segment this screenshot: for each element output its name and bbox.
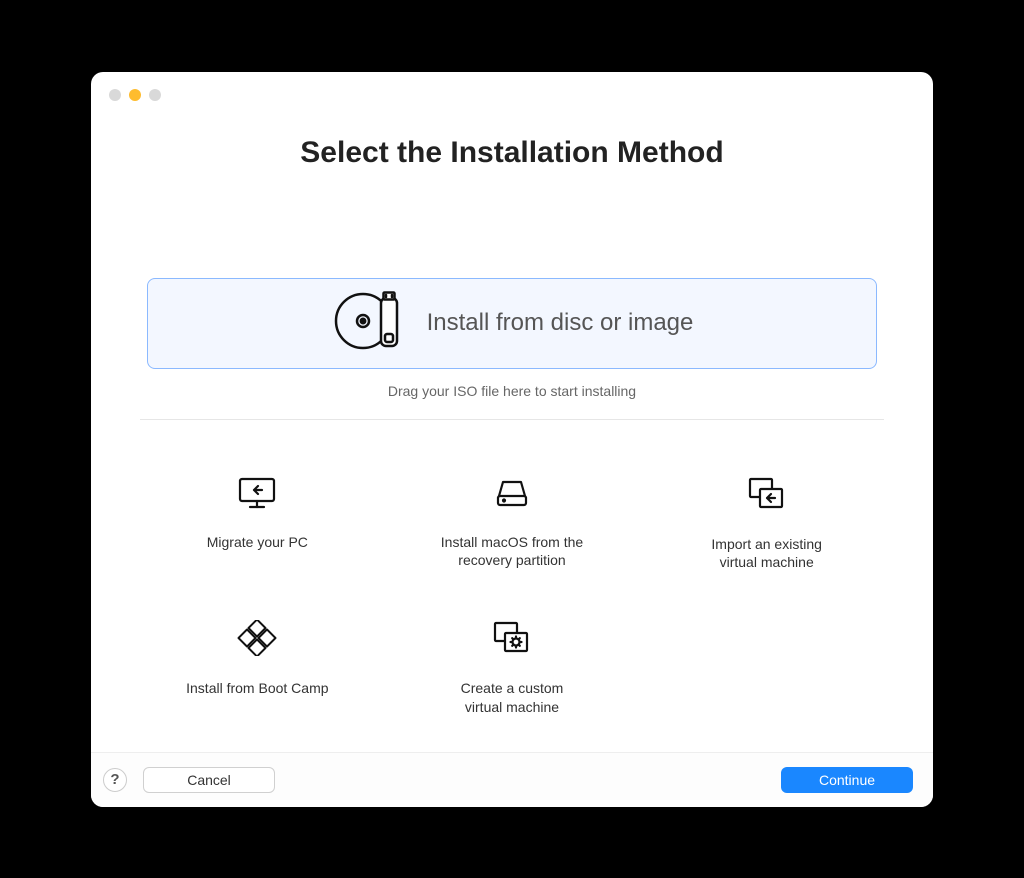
custom-vm-gear-icon <box>490 620 534 679</box>
import-vm-icon <box>745 476 789 535</box>
install-from-disc-dropzone[interactable]: Install from disc or image <box>147 278 877 369</box>
option-label: Import an existing virtual machine <box>711 535 822 573</box>
footer-bar: ? Cancel Continue <box>91 752 933 807</box>
help-button[interactable]: ? <box>103 768 127 792</box>
window-controls <box>109 89 161 101</box>
option-label: Install macOS from the recovery partitio… <box>441 533 583 571</box>
minimize-window-button[interactable] <box>129 89 141 101</box>
option-import-existing-vm[interactable]: Import an existing virtual machine <box>649 476 884 573</box>
cancel-button[interactable]: Cancel <box>143 767 275 793</box>
option-label: Migrate your PC <box>207 533 308 552</box>
dropzone-label: Install from disc or image <box>427 309 694 337</box>
help-icon: ? <box>110 771 119 788</box>
dropzone-hint: Drag your ISO file here to start install… <box>388 383 636 399</box>
option-label: Install from Boot Camp <box>186 679 328 698</box>
options-grid: Migrate your PC Install macOS from the r… <box>140 476 884 718</box>
page-title: Select the Installation Method <box>300 136 723 170</box>
option-create-custom-vm[interactable]: Create a custom virtual machine <box>395 620 630 717</box>
option-install-bootcamp[interactable]: Install from Boot Camp <box>140 620 375 717</box>
installer-window: Select the Installation Method Install f… <box>91 72 933 807</box>
option-install-macos-recovery[interactable]: Install macOS from the recovery partitio… <box>395 476 630 573</box>
hard-drive-icon <box>492 476 532 533</box>
close-window-button[interactable] <box>109 89 121 101</box>
content-area: Select the Installation Method Install f… <box>91 72 933 752</box>
bootcamp-diamonds-icon <box>237 620 277 679</box>
continue-button[interactable]: Continue <box>781 767 913 793</box>
section-divider <box>140 419 884 420</box>
disc-usb-icon <box>331 288 409 359</box>
maximize-window-button[interactable] <box>149 89 161 101</box>
monitor-import-icon <box>237 476 277 533</box>
option-migrate-pc[interactable]: Migrate your PC <box>140 476 375 573</box>
option-label: Create a custom virtual machine <box>461 679 564 717</box>
